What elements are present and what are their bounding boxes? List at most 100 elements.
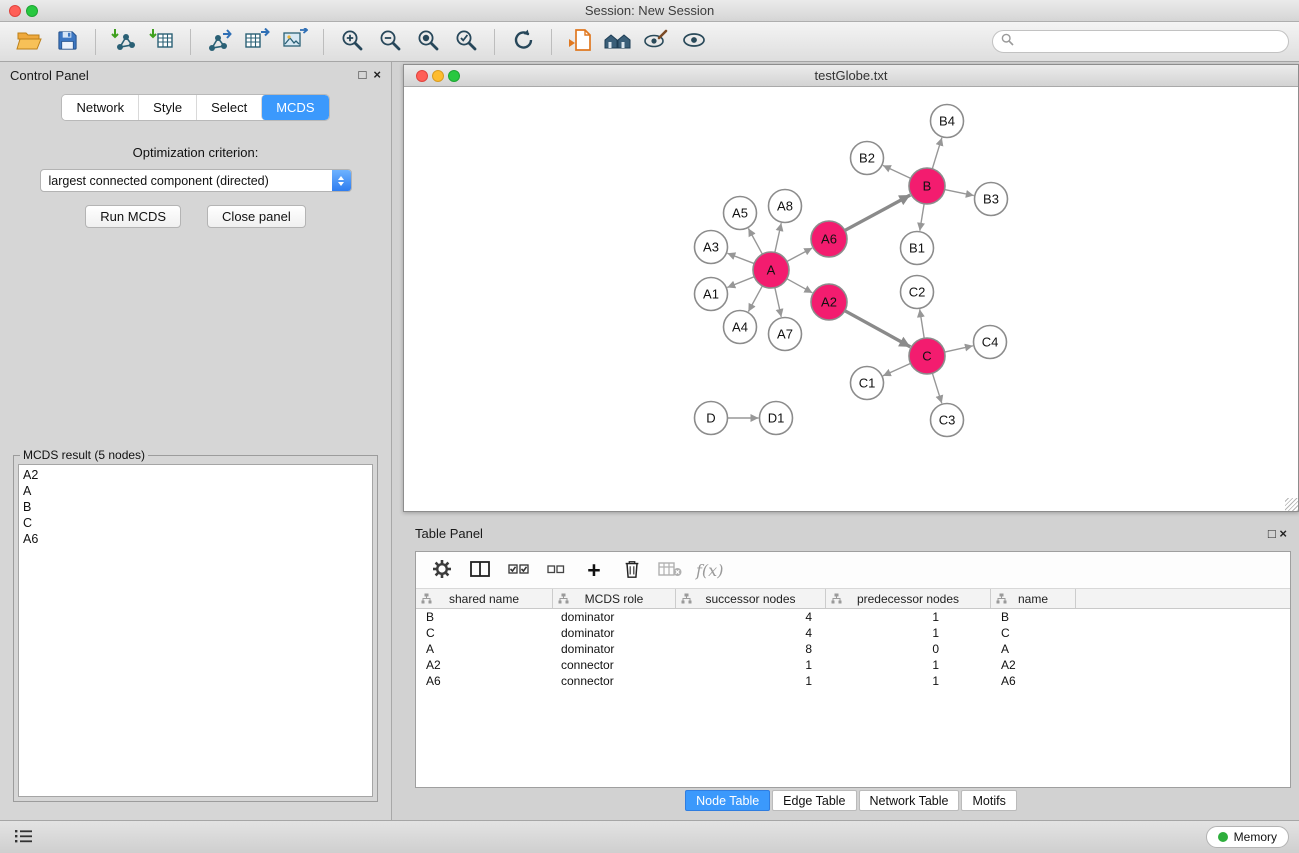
table-row[interactable]: Cdominator41C [416,625,1290,641]
tab-network-table[interactable]: Network Table [859,790,960,811]
network-node-A3[interactable]: A3 [695,231,728,264]
save-session-button[interactable] [48,25,86,59]
network-edge-A2-C[interactable] [845,311,911,347]
apply-layout-button[interactable] [504,25,542,59]
search-input[interactable] [1019,35,1280,49]
close-panel-button[interactable]: Close panel [207,205,306,228]
tab-motifs[interactable]: Motifs [961,790,1016,811]
network-node-B[interactable]: B [909,168,945,204]
close-panel-icon[interactable]: × [373,68,381,82]
close-window-button[interactable] [9,5,21,17]
zoom-selected-button[interactable] [447,25,485,59]
network-node-A5[interactable]: A5 [724,197,757,230]
add-column-button[interactable]: + [578,555,610,585]
tab-style[interactable]: Style [138,95,196,120]
network-node-A[interactable]: A [753,252,789,288]
export-network-button[interactable] [200,25,238,59]
show-columns-button[interactable] [464,555,496,585]
zoom-network-button[interactable] [448,70,460,82]
float-table-panel-icon[interactable]: □ [1268,527,1276,541]
select-all-rows-button[interactable] [502,555,534,585]
column-header-successor-nodes[interactable]: successor nodes [676,589,826,608]
network-node-A6[interactable]: A6 [811,221,847,257]
zoom-out-button[interactable] [371,25,409,59]
memory-button[interactable]: Memory [1206,826,1289,848]
table-row[interactable]: A6connector11A6 [416,673,1290,689]
result-item[interactable]: A [19,483,372,499]
export-table-button[interactable] [238,25,276,59]
network-node-C2[interactable]: C2 [901,276,934,309]
network-edge-A-A1[interactable] [727,277,754,288]
network-edge-C-C2[interactable] [920,309,925,338]
network-node-D[interactable]: D [695,402,728,435]
deselect-all-rows-button[interactable] [540,555,572,585]
zoom-in-button[interactable] [333,25,371,59]
annotation-visibility-button[interactable] [637,25,675,59]
minimize-network-button[interactable] [432,70,444,82]
table-row[interactable]: Adominator80A [416,641,1290,657]
mcds-result-list[interactable]: A2ABCA6 [18,464,373,797]
open-session-button[interactable] [10,25,48,59]
tab-select[interactable]: Select [196,95,261,120]
network-node-C1[interactable]: C1 [851,367,884,400]
graphics-details-button[interactable] [675,25,713,59]
network-node-A7[interactable]: A7 [769,318,802,351]
network-canvas-area[interactable]: B4B2BB3A5A8A6B1A3AA1C2A2A4A7C4CC1C3DD1 [404,87,1298,511]
table-row[interactable]: Bdominator41B [416,609,1290,625]
network-document-button[interactable] [561,25,599,59]
function-builder-button[interactable]: f(x) [696,561,723,580]
network-edge-B-B1[interactable] [920,204,924,231]
network-edge-A-A4[interactable] [748,286,762,312]
table-row[interactable]: A2connector11A2 [416,657,1290,673]
task-history-button[interactable] [10,827,36,847]
network-edge-A-A3[interactable] [727,253,754,263]
toolbar-search[interactable] [992,30,1289,53]
zoom-window-button[interactable] [26,5,38,17]
network-edge-B-B3[interactable] [945,190,974,196]
network-node-B3[interactable]: B3 [975,183,1008,216]
delete-table-button[interactable] [654,555,686,585]
column-header-shared-name[interactable]: shared name [416,589,553,608]
network-node-B1[interactable]: B1 [901,232,934,265]
column-header-MCDS-role[interactable]: MCDS role [553,589,676,608]
tab-network[interactable]: Network [62,95,138,120]
close-table-panel-icon[interactable]: × [1279,527,1287,541]
tab-node-table[interactable]: Node Table [685,790,770,811]
network-edge-A6-B[interactable] [845,195,910,230]
home-views-button[interactable] [599,25,637,59]
zoom-fit-button[interactable] [409,25,447,59]
network-node-B4[interactable]: B4 [931,105,964,138]
network-edge-A-A2[interactable] [787,279,813,293]
column-header-name[interactable]: name [991,589,1076,608]
network-node-B2[interactable]: B2 [851,142,884,175]
table-settings-button[interactable] [426,555,458,585]
window-resize-grip[interactable] [1285,498,1298,511]
run-mcds-button[interactable]: Run MCDS [85,205,181,228]
network-node-C[interactable]: C [909,338,945,374]
criterion-dropdown[interactable]: largest connected component (directed) [40,169,352,192]
tab-mcds[interactable]: MCDS [261,95,328,120]
delete-column-button[interactable] [616,555,648,585]
result-item[interactable]: B [19,499,372,515]
network-node-C3[interactable]: C3 [931,404,964,437]
network-edge-C-C1[interactable] [883,363,911,375]
network-edge-A-A8[interactable] [775,223,781,252]
network-node-A1[interactable]: A1 [695,278,728,311]
network-edge-B-B4[interactable] [932,138,942,169]
import-table-button[interactable] [143,25,181,59]
network-node-A8[interactable]: A8 [769,190,802,223]
network-edge-C-C3[interactable] [932,373,941,403]
network-edge-A-A7[interactable] [775,288,781,317]
network-node-D1[interactable]: D1 [760,402,793,435]
close-network-button[interactable] [416,70,428,82]
network-edge-A-A5[interactable] [748,228,762,254]
network-canvas[interactable]: B4B2BB3A5A8A6B1A3AA1C2A2A4A7C4CC1C3DD1 [404,87,1298,511]
import-network-button[interactable] [105,25,143,59]
network-edge-A-A6[interactable] [787,248,812,262]
tab-edge-table[interactable]: Edge Table [772,790,856,811]
network-edge-B-B2[interactable] [883,165,911,178]
network-node-A2[interactable]: A2 [811,284,847,320]
result-item[interactable]: C [19,515,372,531]
result-item[interactable]: A2 [19,467,372,483]
result-item[interactable]: A6 [19,531,372,547]
